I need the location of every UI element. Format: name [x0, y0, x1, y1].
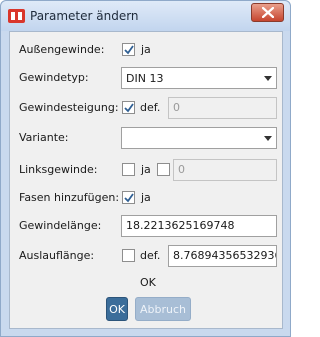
- auslauflaenge-label: Auslauflänge:: [19, 249, 95, 262]
- close-icon: [262, 7, 274, 18]
- linksgewinde-input[interactable]: 0: [173, 159, 277, 181]
- row-gewindetyp: Gewindetyp: DIN 13: [10, 67, 284, 89]
- button-row: OK Abbruch: [10, 297, 284, 321]
- app-icon: [8, 9, 25, 23]
- gewindetyp-dropdown[interactable]: DIN 13: [121, 67, 277, 89]
- row-fasen: Fasen hinzufügen: ja: [10, 187, 284, 209]
- gewindesteigung-label: Gewindesteigung:: [19, 101, 119, 114]
- row-linksgewinde: Linksgewinde: ja 0: [10, 159, 284, 181]
- chevron-down-icon: [264, 136, 272, 141]
- linksgewinde-extra-checkbox[interactable]: [157, 163, 170, 176]
- gewindelaenge-label: Gewindelänge:: [19, 219, 102, 232]
- row-variante: Variante:: [10, 127, 284, 149]
- linksgewinde-label: Linksgewinde:: [19, 163, 98, 176]
- fasen-ja-label: ja: [141, 191, 151, 204]
- ok-button[interactable]: OK: [106, 297, 128, 321]
- checkmark-icon: [124, 193, 134, 203]
- fasen-checkbox[interactable]: [122, 191, 135, 204]
- row-gewindesteigung: Gewindesteigung: def. 0: [10, 97, 284, 119]
- gewindelaenge-input[interactable]: 18.2213625169748: [121, 215, 277, 237]
- row-gewindelaenge: Gewindelänge: 18.2213625169748: [10, 215, 284, 237]
- row-aussengewinde: Außengewinde: ja: [10, 39, 284, 61]
- window-title: Parameter ändern: [30, 9, 139, 23]
- cancel-button[interactable]: Abbruch: [135, 297, 191, 321]
- auslauflaenge-input[interactable]: 8.76894356532936: [168, 245, 277, 267]
- status-text: OK: [140, 276, 156, 289]
- linksgewinde-checkbox[interactable]: [122, 163, 135, 176]
- gewindetyp-label: Gewindetyp:: [19, 71, 89, 84]
- linksgewinde-ja-label: ja: [141, 163, 151, 176]
- title-bar[interactable]: Parameter ändern: [1, 1, 290, 31]
- gewindesteigung-def-label: def.: [140, 101, 161, 114]
- gewindesteigung-def-checkbox[interactable]: [122, 101, 135, 114]
- fasen-label: Fasen hinzufügen:: [19, 191, 120, 204]
- close-button[interactable]: [251, 3, 284, 22]
- checkmark-icon: [124, 45, 134, 55]
- aussengewinde-label: Außengewinde:: [19, 43, 105, 56]
- dialog-content: Außengewinde: ja Gewindetyp: DIN 13 Gewi…: [9, 31, 283, 329]
- row-auslauflaenge: Auslauflänge: def. 8.76894356532936: [10, 245, 284, 267]
- variante-label: Variante:: [19, 131, 69, 144]
- chevron-down-icon: [264, 76, 272, 81]
- variante-dropdown[interactable]: [121, 127, 277, 149]
- dialog-window: Parameter ändern Außengewinde: ja Gewind…: [0, 0, 291, 337]
- checkmark-icon: [124, 103, 134, 113]
- row-status: OK: [10, 272, 284, 294]
- gewindesteigung-input[interactable]: 0: [168, 97, 277, 119]
- aussengewinde-ja-label: ja: [141, 43, 151, 56]
- auslauflaenge-def-checkbox[interactable]: [122, 249, 135, 262]
- auslauflaenge-def-label: def.: [140, 249, 161, 262]
- gewindetyp-value: DIN 13: [126, 72, 164, 85]
- aussengewinde-checkbox[interactable]: [122, 43, 135, 56]
